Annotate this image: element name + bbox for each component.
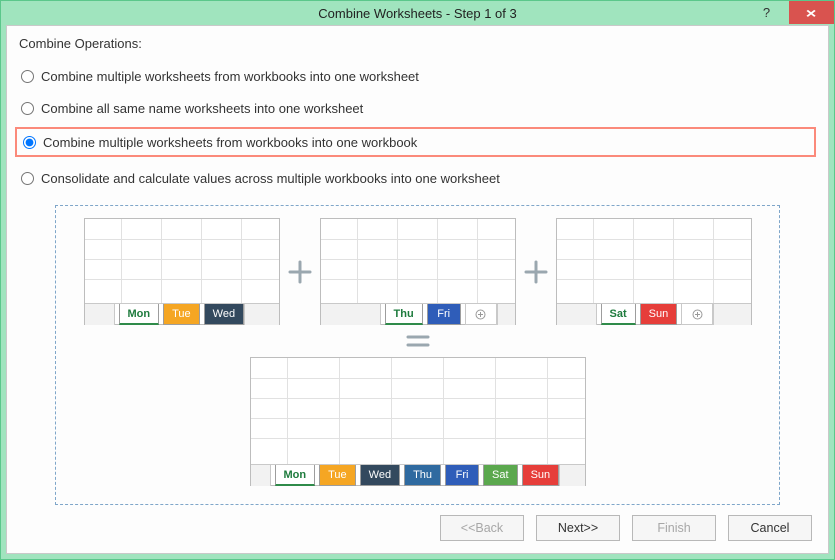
tab-r-sat: Sat bbox=[483, 465, 518, 486]
tab-r-thu: Thu bbox=[404, 465, 441, 486]
back-button: <<Back bbox=[440, 515, 524, 541]
grid-3 bbox=[557, 219, 751, 303]
plus-icon-1 bbox=[280, 258, 320, 286]
equals-row bbox=[68, 331, 767, 351]
equals-icon bbox=[398, 331, 438, 351]
tabs-3: Sat Sun bbox=[557, 303, 751, 324]
radio-label-1: Combine multiple worksheets from workboo… bbox=[41, 69, 419, 84]
finish-button: Finish bbox=[632, 515, 716, 541]
highlighted-option: Combine multiple worksheets from workboo… bbox=[15, 127, 816, 157]
close-button[interactable]: × bbox=[789, 1, 834, 24]
cancel-button[interactable]: Cancel bbox=[728, 515, 812, 541]
help-button[interactable]: ? bbox=[744, 1, 789, 24]
tabs-2: Thu Fri bbox=[321, 303, 515, 324]
client-area: Combine Operations: Combine multiple wor… bbox=[6, 25, 829, 554]
tab-fri: Fri bbox=[427, 304, 461, 325]
plus-icon-2 bbox=[516, 258, 556, 286]
tab-spacer bbox=[557, 304, 597, 325]
tab-r-fri: Fri bbox=[445, 465, 479, 486]
workbook-preview-2: Thu Fri bbox=[320, 218, 516, 325]
next-button[interactable]: Next>> bbox=[536, 515, 620, 541]
tab-r-tue: Tue bbox=[319, 465, 356, 486]
tab-spacer bbox=[321, 304, 381, 325]
footer-buttons: <<Back Next>> Finish Cancel bbox=[19, 505, 816, 541]
titlebar-buttons: ? × bbox=[744, 1, 834, 24]
tab-r-mon: Mon bbox=[275, 465, 316, 486]
radio-option-4[interactable]: Consolidate and calculate values across … bbox=[21, 169, 816, 187]
radio-label-4: Consolidate and calculate values across … bbox=[41, 171, 500, 186]
grid-2 bbox=[321, 219, 515, 303]
tab-plus-2 bbox=[465, 304, 497, 325]
tab-mon: Mon bbox=[119, 304, 160, 325]
radio-input-3[interactable] bbox=[23, 136, 36, 149]
tab-trail bbox=[713, 304, 750, 325]
workbook-preview-3: Sat Sun bbox=[556, 218, 752, 325]
tab-thu: Thu bbox=[385, 304, 423, 325]
dialog-window: Combine Worksheets - Step 1 of 3 ? × Com… bbox=[0, 0, 835, 560]
radio-option-3[interactable]: Combine multiple worksheets from workboo… bbox=[23, 133, 417, 151]
tab-tue: Tue bbox=[163, 304, 200, 325]
tab-spacer bbox=[251, 465, 271, 486]
grid-1 bbox=[85, 219, 279, 303]
tab-r-wed: Wed bbox=[360, 465, 400, 486]
radio-option-2[interactable]: Combine all same name worksheets into on… bbox=[21, 99, 816, 117]
radio-option-1[interactable]: Combine multiple worksheets from workboo… bbox=[21, 67, 816, 85]
tabs-1: Mon Tue Wed bbox=[85, 303, 279, 324]
tab-sun: Sun bbox=[640, 304, 678, 325]
help-icon: ? bbox=[763, 5, 770, 20]
workbook-preview-1: Mon Tue Wed bbox=[84, 218, 280, 325]
preview-panel: Mon Tue Wed bbox=[55, 205, 780, 505]
tab-sat: Sat bbox=[601, 304, 636, 325]
radio-label-2: Combine all same name worksheets into on… bbox=[41, 101, 363, 116]
tab-trail bbox=[497, 304, 515, 325]
radio-input-1[interactable] bbox=[21, 70, 34, 83]
grid-result bbox=[251, 358, 585, 464]
radio-input-4[interactable] bbox=[21, 172, 34, 185]
preview-result-row: Mon Tue Wed Thu Fri Sat Sun bbox=[68, 357, 767, 486]
tab-plus-3 bbox=[681, 304, 713, 325]
tab-spacer bbox=[85, 304, 115, 325]
radio-label-3: Combine multiple worksheets from workboo… bbox=[43, 135, 417, 150]
preview-top-row: Mon Tue Wed bbox=[68, 218, 767, 325]
tab-trail bbox=[559, 465, 584, 486]
tabs-result: Mon Tue Wed Thu Fri Sat Sun bbox=[251, 464, 585, 485]
group-legend: Combine Operations: bbox=[19, 36, 816, 51]
tab-trail bbox=[244, 304, 278, 325]
window-title: Combine Worksheets - Step 1 of 3 bbox=[1, 6, 834, 21]
titlebar: Combine Worksheets - Step 1 of 3 ? × bbox=[1, 1, 834, 25]
radio-input-2[interactable] bbox=[21, 102, 34, 115]
tab-r-sun: Sun bbox=[522, 465, 560, 486]
tab-wed: Wed bbox=[204, 304, 244, 325]
close-icon: × bbox=[806, 5, 817, 21]
workbook-result: Mon Tue Wed Thu Fri Sat Sun bbox=[250, 357, 586, 486]
